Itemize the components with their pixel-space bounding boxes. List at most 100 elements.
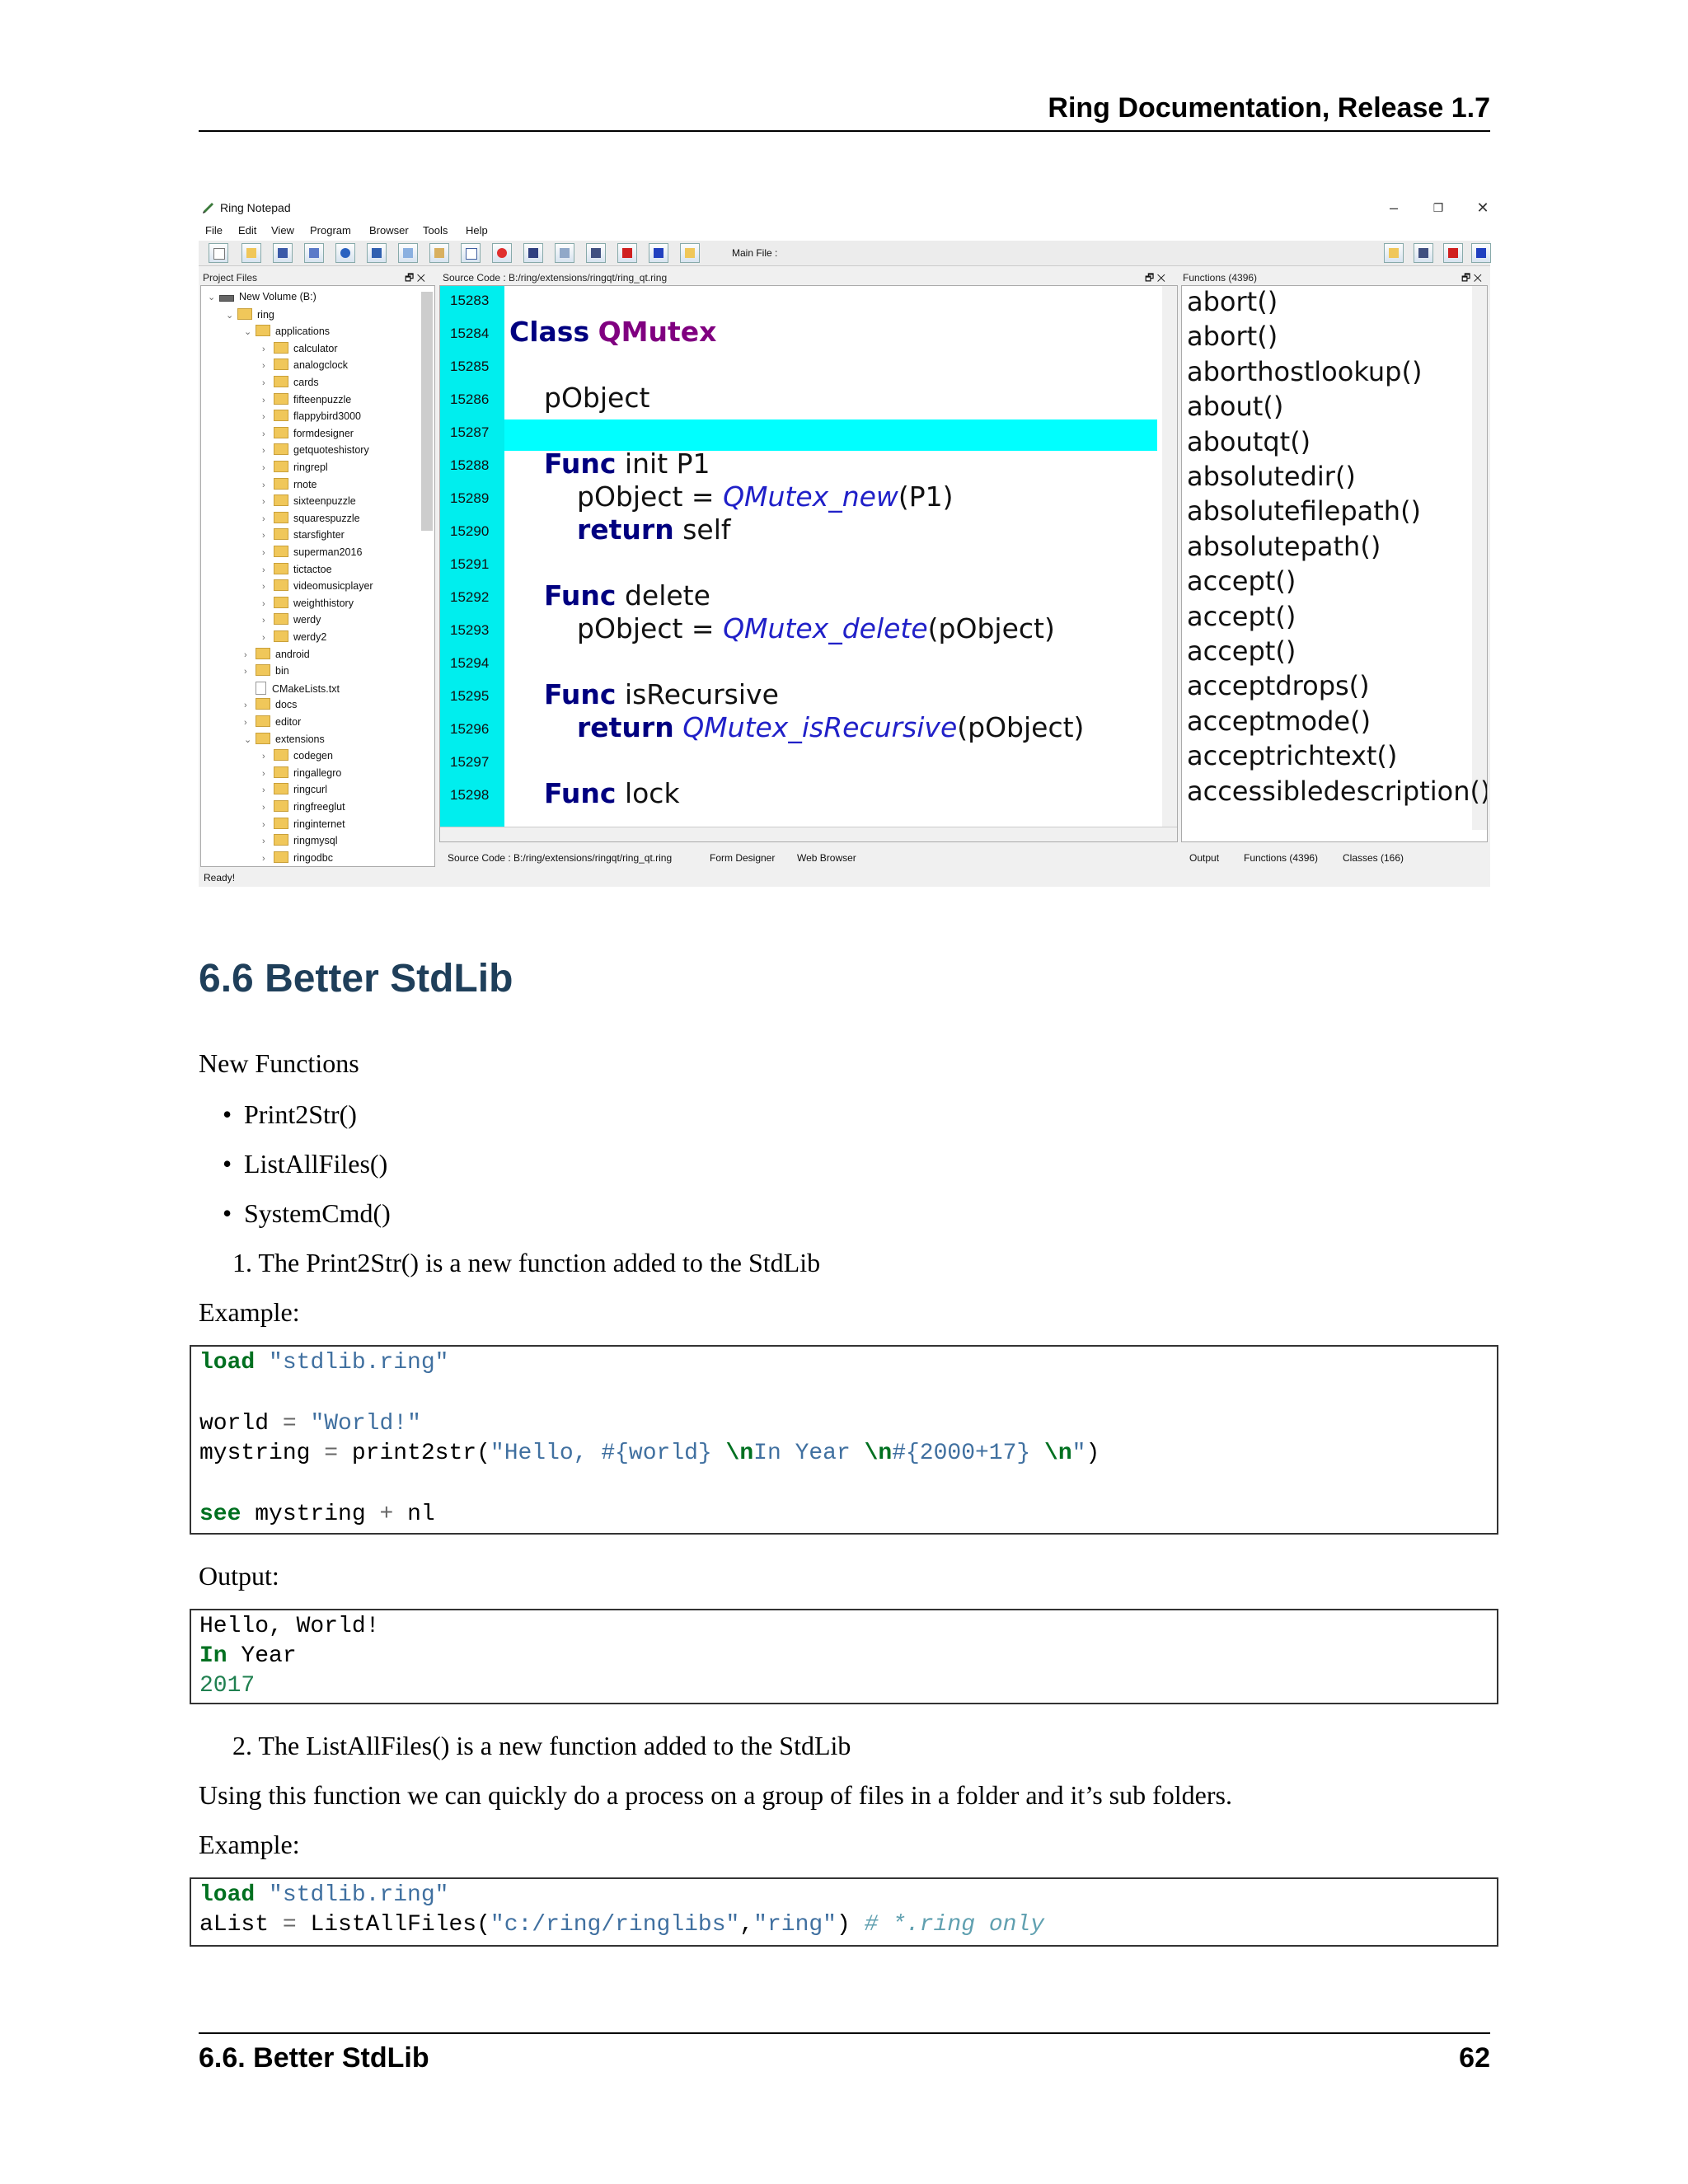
tree-item[interactable]: › ringallegro	[262, 766, 341, 779]
chevron-right-icon[interactable]: ›	[262, 463, 274, 473]
tree-item[interactable]: ⌄ extensions	[244, 732, 325, 745]
chevron-right-icon[interactable]: ›	[262, 344, 274, 354]
function-item[interactable]: acceptrichtext()	[1187, 740, 1397, 771]
chevron-down-icon[interactable]: ⌄	[244, 734, 256, 745]
tab-form-designer[interactable]: Form Designer	[710, 852, 775, 864]
menu-tools[interactable]: Tools	[423, 224, 448, 237]
function-item[interactable]: abort()	[1187, 321, 1278, 352]
cut-button[interactable]	[367, 243, 387, 263]
menu-edit[interactable]: Edit	[238, 224, 256, 237]
function-item[interactable]: about()	[1187, 391, 1283, 422]
menu-file[interactable]: File	[205, 224, 223, 237]
chevron-right-icon[interactable]: ›	[262, 633, 274, 643]
tree-item[interactable]: › analogclock	[262, 359, 348, 371]
function-item[interactable]: absolutepath()	[1187, 531, 1381, 562]
chevron-right-icon[interactable]: ›	[262, 396, 274, 405]
run-main-button[interactable]	[1443, 243, 1463, 263]
restore-button[interactable]: ❐	[1423, 198, 1453, 218]
tree-item[interactable]: › flappybird3000	[262, 410, 361, 422]
copy-button[interactable]	[398, 243, 418, 263]
tree-item[interactable]: › superman2016	[262, 546, 362, 558]
find-button[interactable]	[523, 243, 543, 263]
chevron-right-icon[interactable]: ›	[262, 820, 274, 830]
tree-item[interactable]: ⌄ New Volume (B:)	[208, 291, 316, 302]
debug-button[interactable]	[586, 243, 606, 263]
chevron-right-icon[interactable]: ›	[262, 548, 274, 558]
tree-item[interactable]: › videomusicplayer	[262, 579, 373, 592]
run-main-gui-button[interactable]	[1471, 243, 1491, 263]
chevron-right-icon[interactable]: ›	[262, 565, 274, 575]
project-tree[interactable]: ⌄ New Volume (B:) ⌄ ring ⌄ applications › calcu…	[200, 285, 435, 867]
menu-browser[interactable]: Browser	[369, 224, 409, 237]
tab-functions[interactable]: Functions (4396)	[1244, 852, 1318, 864]
tree-item[interactable]: › ringcurl	[262, 783, 327, 795]
tree-item[interactable]: › docs	[244, 698, 297, 710]
editor-hscrollbar[interactable]	[440, 827, 1177, 841]
tree-item[interactable]: › rnote	[262, 477, 317, 490]
editor-vscrollbar[interactable]	[1162, 286, 1177, 830]
chevron-right-icon[interactable]: ›	[262, 752, 274, 762]
tree-item[interactable]: › ringrepl	[262, 461, 328, 473]
functions-vscrollbar[interactable]	[1472, 286, 1487, 830]
tree-item[interactable]: › ringfreeglut	[262, 800, 345, 813]
chevron-right-icon[interactable]: ›	[262, 582, 274, 592]
function-item[interactable]: absolutedir()	[1187, 461, 1356, 492]
font-button[interactable]	[461, 243, 481, 263]
tree-item[interactable]: › formdesigner	[262, 426, 354, 439]
menu-view[interactable]: View	[271, 224, 294, 237]
paste-button[interactable]	[429, 243, 449, 263]
tree-item[interactable]: › ringinternet	[262, 817, 345, 830]
tab-web-browser[interactable]: Web Browser	[797, 852, 856, 864]
chevron-right-icon[interactable]: ›	[262, 854, 274, 864]
undo-button[interactable]	[335, 243, 355, 263]
chevron-right-icon[interactable]: ›	[262, 837, 274, 846]
open-folder-button[interactable]	[680, 243, 700, 263]
menu-help[interactable]: Help	[466, 224, 488, 237]
chevron-right-icon[interactable]: ›	[244, 701, 256, 710]
function-item[interactable]: acceptdrops()	[1187, 670, 1370, 701]
tree-item[interactable]: › calculator	[262, 341, 338, 354]
color-button[interactable]	[492, 243, 512, 263]
function-item[interactable]: abort()	[1187, 286, 1278, 317]
chevron-right-icon[interactable]: ›	[262, 497, 274, 507]
tree-scrollbar[interactable]	[421, 292, 433, 531]
tree-item[interactable]: › starsfighter	[262, 528, 345, 541]
tree-item[interactable]: › werdy	[262, 613, 321, 626]
tree-item[interactable]: ⌄ applications	[244, 325, 330, 337]
chevron-right-icon[interactable]: ›	[262, 769, 274, 779]
chevron-right-icon[interactable]: ›	[262, 361, 274, 371]
tab-source-code[interactable]: Source Code : B:/ring/extensions/ringqt/…	[448, 852, 672, 864]
tree-item[interactable]: › codegen	[262, 749, 333, 762]
chevron-right-icon[interactable]: ›	[244, 650, 256, 660]
function-item[interactable]: accept()	[1187, 635, 1296, 667]
chevron-right-icon[interactable]: ›	[262, 531, 274, 541]
chevron-right-icon[interactable]: ›	[262, 446, 274, 456]
tree-item[interactable]: › editor	[244, 715, 301, 728]
run-button[interactable]	[617, 243, 637, 263]
debug-main-button[interactable]	[1414, 243, 1433, 263]
chevron-right-icon[interactable]: ›	[244, 718, 256, 728]
function-item[interactable]: accessibledescription()	[1187, 776, 1487, 807]
function-item[interactable]: accept()	[1187, 601, 1296, 632]
function-item[interactable]: aborthostlookup()	[1187, 356, 1422, 387]
chevron-right-icon[interactable]: ›	[262, 378, 274, 388]
function-item[interactable]: aboutqt()	[1187, 426, 1311, 457]
tree-item[interactable]: › sixteenpuzzle	[262, 494, 356, 507]
menu-program[interactable]: Program	[310, 224, 351, 237]
chevron-right-icon[interactable]: ›	[262, 616, 274, 626]
chevron-right-icon[interactable]: ›	[262, 514, 274, 524]
open-button[interactable]	[241, 243, 261, 263]
chevron-right-icon[interactable]: ›	[262, 412, 274, 422]
tree-item[interactable]: › android	[244, 647, 310, 660]
chevron-right-icon[interactable]: ›	[262, 803, 274, 813]
chevron-right-icon[interactable]: ›	[262, 429, 274, 439]
new-file-button[interactable]	[209, 243, 228, 263]
function-item[interactable]: acceptmode()	[1187, 705, 1371, 737]
run-gui-button[interactable]	[649, 243, 668, 263]
tree-item[interactable]: ⌄ ring	[226, 307, 274, 321]
tree-item[interactable]: › ringodbc	[262, 851, 333, 864]
tree-item[interactable]: › weighthistory	[262, 596, 354, 609]
chevron-right-icon[interactable]: ›	[262, 785, 274, 795]
chevron-down-icon[interactable]: ⌄	[226, 310, 237, 321]
chevron-right-icon[interactable]: ›	[262, 480, 274, 490]
